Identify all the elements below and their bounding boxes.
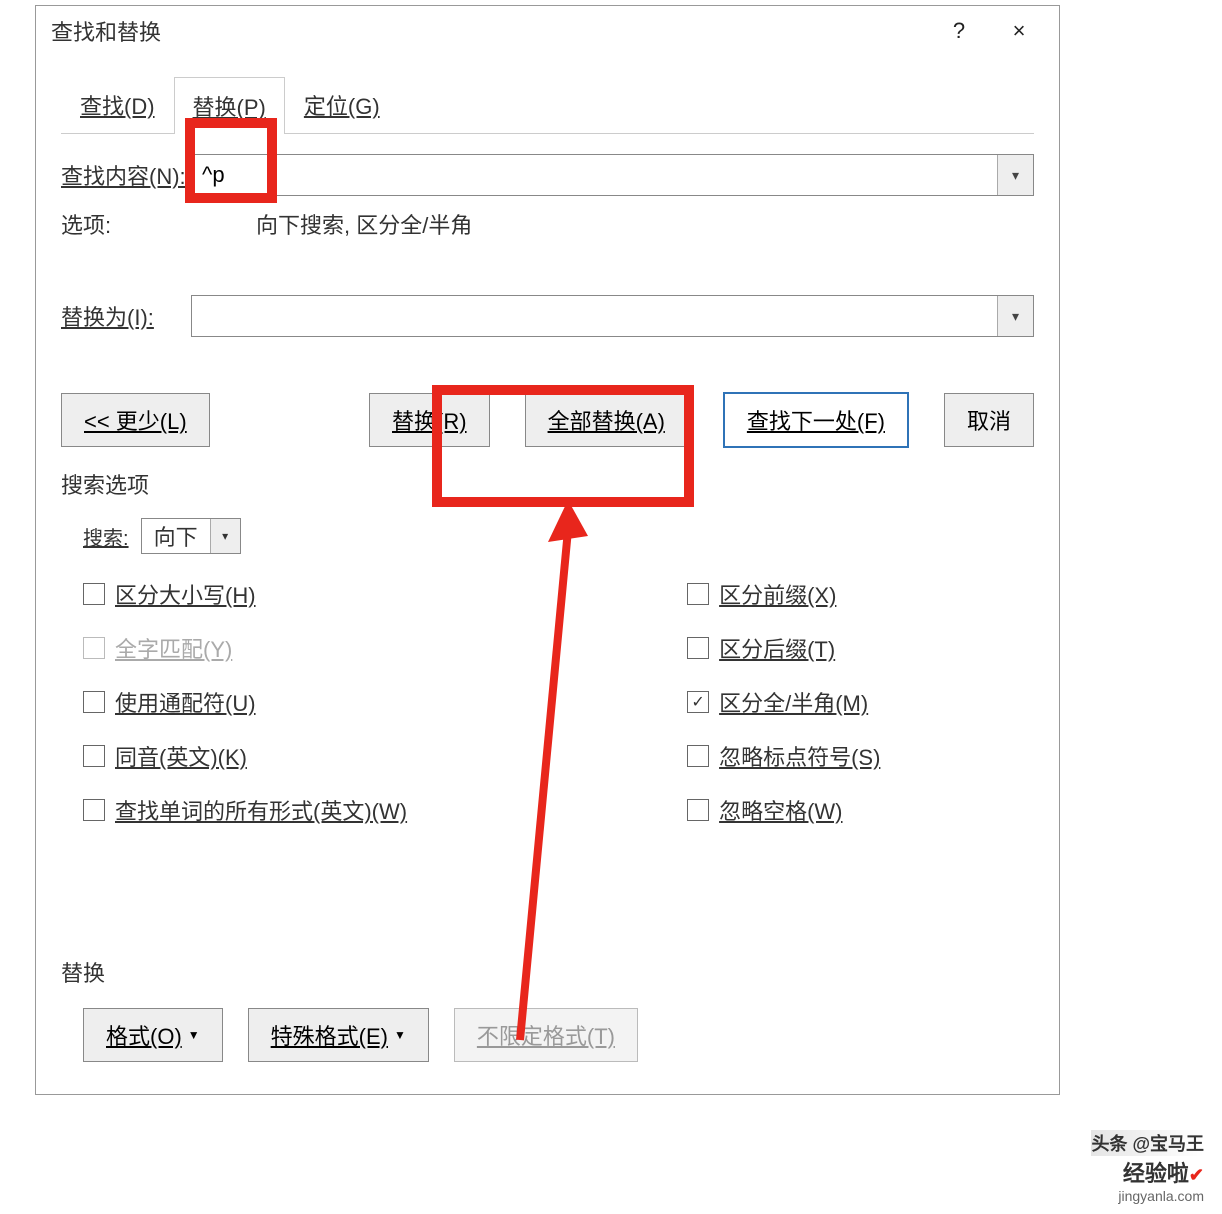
search-direction-label: 搜索: — [83, 522, 129, 551]
special-format-button[interactable]: 特殊格式(E)▼ — [248, 1008, 429, 1062]
search-direction-value: 向下 — [142, 516, 210, 556]
options-label: 选项: — [61, 208, 196, 240]
format-button[interactable]: 格式(O)▼ — [83, 1008, 223, 1062]
checkbox-icon — [687, 637, 709, 659]
titlebar: 查找和替换 ? × — [36, 6, 1059, 56]
dialog-title: 查找和替换 — [51, 15, 929, 47]
search-options-legend: 搜索选项 — [61, 468, 1034, 500]
replace-label: 替换为(I): — [61, 300, 191, 332]
checkbox-icon — [83, 799, 105, 821]
watermark: 头条 @宝马王 经验啦✔ jingyanla.com — [1091, 1130, 1204, 1204]
action-buttons: << 更少(L) 替换(R) 全部替换(A) 查找下一处(F) 取消 — [61, 392, 1034, 448]
checkbox-prefix[interactable]: 区分前缀(X) — [687, 578, 880, 610]
checkbox-icon — [687, 745, 709, 767]
checkbox-col-right: 区分前缀(X) 区分后缀(T) ✓区分全/半角(M) 忽略标点符号(S) 忽略空… — [687, 578, 880, 826]
checkbox-icon-checked: ✓ — [687, 691, 709, 713]
watermark-brand: 经验啦 — [1123, 1161, 1189, 1186]
tab-find[interactable]: 查找(D) — [61, 76, 174, 133]
find-row: 查找内容(N): ▾ — [61, 154, 1034, 196]
find-replace-dialog: 查找和替换 ? × 查找(D) 替换(P) 定位(G) 查找内容(N): ▾ 选… — [35, 5, 1060, 1095]
bottom-buttons: 格式(O)▼ 特殊格式(E)▼ 不限定格式(T) — [83, 1008, 1034, 1062]
checkbox-match-case[interactable]: 区分大小写(H) — [83, 578, 407, 610]
find-input-combo: ▾ — [191, 154, 1034, 196]
checkbox-sounds-like[interactable]: 同音(英文)(K) — [83, 740, 407, 772]
caret-down-icon: ▼ — [188, 1028, 200, 1042]
no-format-button: 不限定格式(T) — [454, 1008, 638, 1062]
watermark-brand-line: 经验啦✔ — [1091, 1156, 1204, 1188]
replace-row: 替换为(I): ▾ — [61, 295, 1034, 337]
replace-input[interactable] — [192, 297, 997, 335]
replace-button[interactable]: 替换(R) — [369, 393, 490, 447]
checkbox-whole-word: 全字匹配(Y) — [83, 632, 407, 664]
cancel-button[interactable]: 取消 — [944, 393, 1034, 447]
watermark-domain: jingyanla.com — [1091, 1188, 1204, 1204]
checkbox-ignore-punct[interactable]: 忽略标点符号(S) — [687, 740, 880, 772]
close-button[interactable]: × — [989, 18, 1049, 44]
checkbox-icon — [83, 583, 105, 605]
checkbox-icon — [83, 745, 105, 767]
bottom-section: 替换 格式(O)▼ 特殊格式(E)▼ 不限定格式(T) — [61, 956, 1034, 1062]
check-icon: ✔ — [1189, 1165, 1204, 1185]
dialog-content: 查找(D) 替换(P) 定位(G) 查找内容(N): ▾ 选项: 向下搜索, 区… — [36, 56, 1059, 1082]
replace-all-button[interactable]: 全部替换(A) — [525, 393, 688, 447]
checkbox-ignore-space[interactable]: 忽略空格(W) — [687, 794, 880, 826]
find-input[interactable] — [192, 156, 997, 194]
checkbox-all-forms[interactable]: 查找单词的所有形式(英文)(W) — [83, 794, 407, 826]
find-next-button[interactable]: 查找下一处(F) — [723, 392, 909, 448]
bottom-legend: 替换 — [61, 956, 1034, 988]
tab-strip: 查找(D) 替换(P) 定位(G) — [61, 76, 1034, 134]
checkbox-icon — [83, 691, 105, 713]
checkbox-fullhalf[interactable]: ✓区分全/半角(M) — [687, 686, 880, 718]
find-label: 查找内容(N): — [61, 159, 191, 191]
checkbox-suffix[interactable]: 区分后缀(T) — [687, 632, 880, 664]
search-direction-select[interactable]: 向下 ▾ — [141, 518, 241, 554]
less-button[interactable]: << 更少(L) — [61, 393, 210, 447]
replace-input-combo: ▾ — [191, 295, 1034, 337]
checkbox-icon — [687, 583, 709, 605]
search-direction-row: 搜索: 向下 ▾ — [83, 518, 1034, 554]
checkbox-wildcards[interactable]: 使用通配符(U) — [83, 686, 407, 718]
tab-replace[interactable]: 替换(P) — [174, 77, 285, 134]
checkbox-icon — [687, 799, 709, 821]
checkbox-columns: 区分大小写(H) 全字匹配(Y) 使用通配符(U) 同音(英文)(K) 查找单词… — [83, 578, 1034, 826]
find-options-line: 选项: 向下搜索, 区分全/半角 — [61, 208, 1034, 240]
checkbox-icon — [83, 637, 105, 659]
tab-goto[interactable]: 定位(G) — [285, 76, 399, 133]
chevron-down-icon: ▾ — [210, 519, 240, 553]
chevron-down-icon: ▾ — [1012, 308, 1019, 325]
watermark-source: 头条 @宝马王 — [1091, 1130, 1204, 1156]
replace-dropdown-button[interactable]: ▾ — [997, 296, 1033, 336]
checkbox-col-left: 区分大小写(H) 全字匹配(Y) 使用通配符(U) 同音(英文)(K) 查找单词… — [83, 578, 407, 826]
find-dropdown-button[interactable]: ▾ — [997, 155, 1033, 195]
chevron-down-icon: ▾ — [1012, 167, 1019, 184]
caret-down-icon: ▼ — [394, 1028, 406, 1042]
options-value: 向下搜索, 区分全/半角 — [256, 208, 472, 240]
help-button[interactable]: ? — [929, 18, 989, 44]
